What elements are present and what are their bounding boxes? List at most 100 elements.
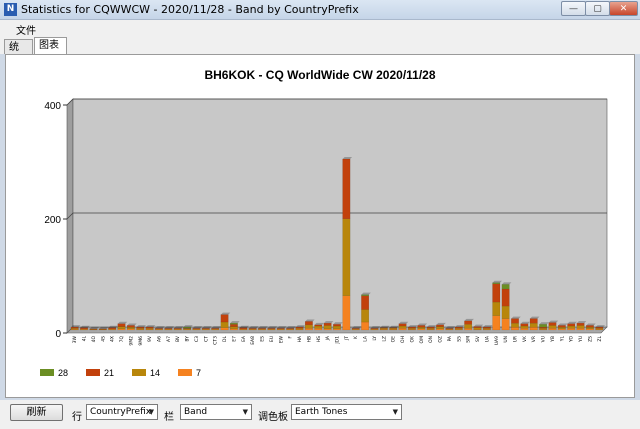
bar-segment bbox=[230, 328, 238, 331]
x-tick-label: UN bbox=[503, 336, 509, 343]
bar-segment bbox=[511, 326, 519, 331]
x-tick-label: ZL bbox=[597, 336, 603, 342]
bar-segment bbox=[501, 288, 510, 307]
legend-label: 7 bbox=[196, 368, 201, 378]
bar-segment bbox=[342, 158, 351, 219]
bar-segment bbox=[436, 326, 444, 330]
x-tick-label: ON bbox=[428, 336, 434, 343]
bar-segment bbox=[398, 325, 407, 329]
bar-segment bbox=[529, 326, 538, 331]
bar-segment bbox=[258, 328, 266, 330]
x-tick-label: 9M2 bbox=[128, 336, 134, 346]
x-tick-label: UR bbox=[513, 336, 519, 342]
bar-segment bbox=[417, 325, 426, 328]
bar-segment bbox=[576, 325, 585, 329]
bar-segment bbox=[482, 326, 491, 329]
tab-chart[interactable]: 图表 bbox=[34, 37, 67, 54]
row-select[interactable]: CountryPrefix ▼ bbox=[86, 404, 158, 420]
bar-segment bbox=[220, 327, 229, 331]
bar-segment bbox=[501, 318, 510, 331]
bar-segment bbox=[548, 325, 557, 329]
bar-segment bbox=[239, 327, 248, 330]
bar-segment bbox=[117, 328, 126, 331]
app-icon: N bbox=[4, 3, 17, 16]
bar-segment bbox=[304, 328, 313, 331]
tab-statistics[interactable]: 统计 bbox=[4, 39, 33, 68]
close-button[interactable]: ✕ bbox=[609, 1, 638, 16]
legend-swatch bbox=[40, 369, 54, 376]
x-tick-label: CT bbox=[203, 336, 209, 342]
x-tick-label: F bbox=[288, 336, 294, 339]
bar-segment bbox=[408, 326, 416, 329]
bar-segment bbox=[436, 324, 444, 327]
bar-segment bbox=[361, 295, 370, 310]
x-tick-label: YO bbox=[569, 336, 575, 344]
palette-label: 调色板 bbox=[258, 412, 288, 423]
legend-label: 21 bbox=[104, 368, 114, 378]
x-tick-label: UA9 bbox=[494, 336, 500, 345]
x-tick-label: 7Q bbox=[119, 336, 125, 343]
bar-segment bbox=[501, 284, 510, 290]
x-tick-label: 4L bbox=[82, 336, 88, 342]
bar-segment bbox=[586, 326, 594, 330]
legend-label: 14 bbox=[150, 368, 160, 378]
bar-segment bbox=[454, 328, 463, 330]
bar-segment bbox=[445, 328, 454, 330]
x-tick-label: C3 bbox=[194, 336, 200, 342]
bar-segment bbox=[576, 328, 585, 331]
x-tick-label: DL bbox=[222, 336, 228, 342]
x-tick-label: K bbox=[353, 335, 359, 339]
bar-segment bbox=[323, 328, 332, 331]
bar-segment bbox=[333, 324, 341, 327]
bar-segment bbox=[492, 315, 501, 331]
y-tick-label: 400 bbox=[44, 101, 61, 112]
maximize-button[interactable]: ▢ bbox=[585, 1, 610, 16]
bar-segment bbox=[136, 328, 145, 330]
palette-select[interactable]: Earth Tones ▼ bbox=[291, 404, 402, 420]
x-tick-label: S5 bbox=[456, 336, 462, 342]
window-title: Statistics for CQWWCW - 2020/11/28 - Ban… bbox=[21, 3, 359, 16]
bar-segment bbox=[333, 325, 341, 330]
bar-segment bbox=[295, 328, 304, 330]
x-tick-label: JD1 bbox=[335, 336, 341, 345]
bar-segment bbox=[201, 328, 210, 330]
bar-segment bbox=[267, 328, 276, 330]
bar-segment bbox=[586, 328, 594, 331]
bar-segment bbox=[520, 325, 529, 329]
bar-segment bbox=[539, 328, 548, 330]
bar-segment bbox=[548, 328, 557, 331]
bar-segment bbox=[351, 328, 360, 330]
bar-segment bbox=[220, 314, 229, 323]
x-tick-label: VK bbox=[522, 335, 528, 342]
refresh-button[interactable]: 刷新 bbox=[10, 404, 63, 421]
y-tick-label: 0 bbox=[55, 329, 61, 340]
menu-bar: 文件 bbox=[0, 20, 640, 37]
x-tick-label: 4O bbox=[91, 336, 97, 343]
chevron-down-icon: ▼ bbox=[148, 408, 154, 416]
x-tick-label: YB bbox=[550, 336, 556, 343]
bar-segment bbox=[529, 318, 538, 324]
x-tick-label: EW bbox=[278, 335, 284, 343]
x-tick-label: OM bbox=[419, 336, 425, 344]
menu-file[interactable]: 文件 bbox=[16, 22, 36, 37]
minimize-button[interactable]: — bbox=[561, 1, 586, 16]
bar-segment bbox=[557, 328, 566, 331]
x-tick-label: A6 bbox=[157, 336, 163, 342]
bar-segment bbox=[520, 323, 529, 327]
palette-select-value: Earth Tones bbox=[295, 407, 348, 417]
x-tick-label: JA bbox=[325, 335, 331, 341]
bar-segment bbox=[511, 323, 519, 328]
bar-segment bbox=[389, 328, 398, 330]
x-tick-label: YL bbox=[559, 336, 565, 343]
bar-segment bbox=[464, 324, 473, 329]
x-tick-label: SV bbox=[475, 335, 481, 342]
bar-segment bbox=[70, 326, 79, 329]
bar-segment bbox=[576, 323, 585, 326]
bar-segment bbox=[473, 327, 482, 330]
x-tick-label: HA bbox=[297, 335, 303, 342]
bar-segment bbox=[482, 328, 491, 330]
bar-segment bbox=[108, 327, 117, 330]
x-tick-label: VR bbox=[531, 336, 537, 342]
bar-segment bbox=[173, 328, 182, 330]
column-select[interactable]: Band ▼ bbox=[180, 404, 252, 420]
